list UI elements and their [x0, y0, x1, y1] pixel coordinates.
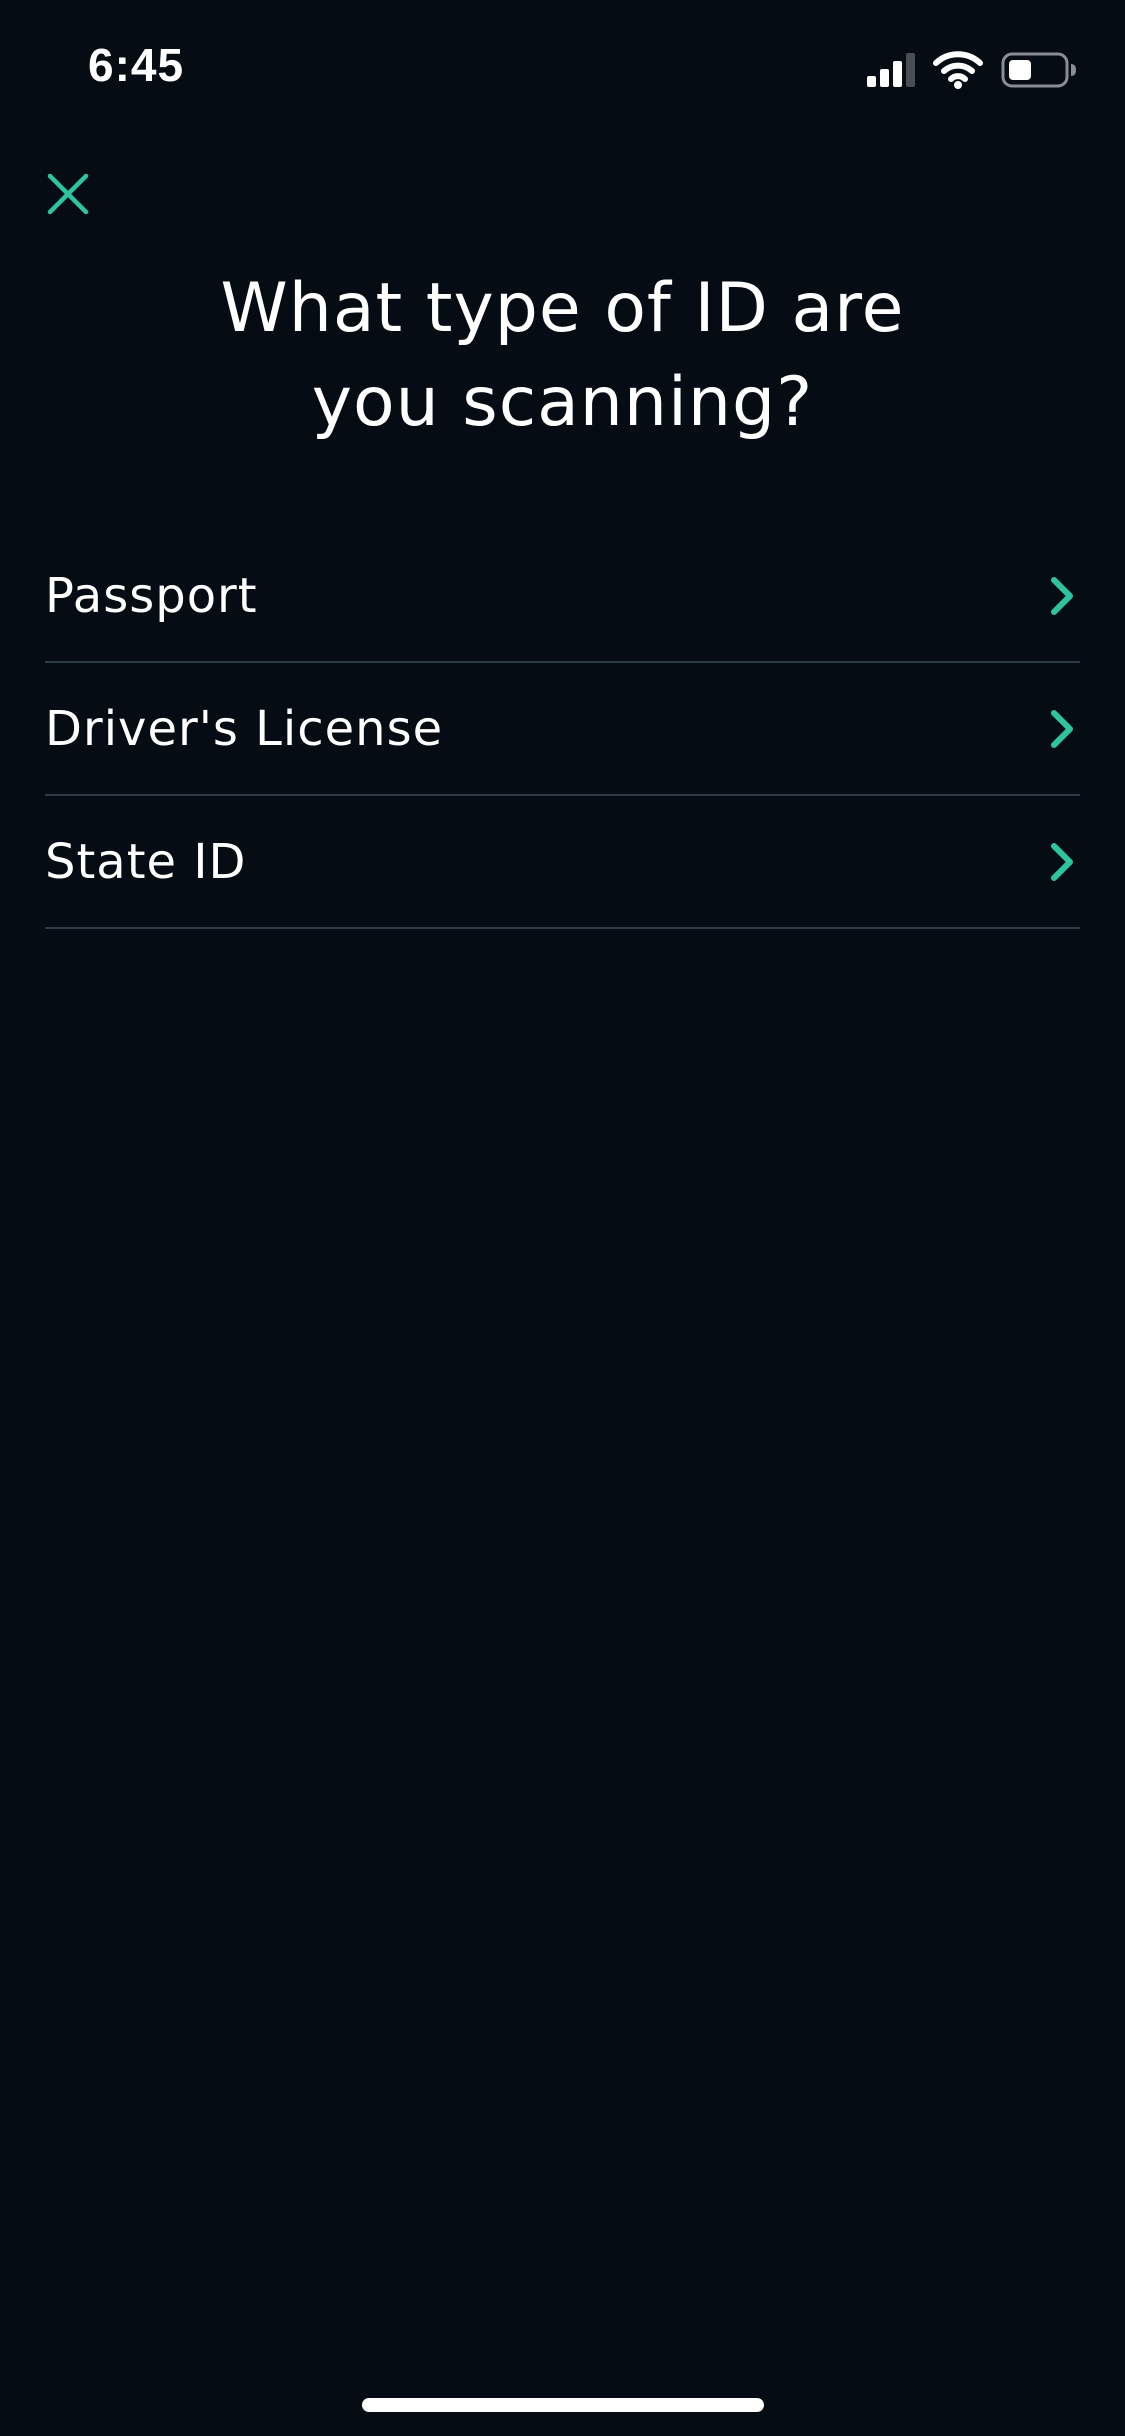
close-button[interactable]: [36, 162, 100, 226]
chevron-right-icon: [1051, 576, 1073, 615]
status-icons: [865, 50, 1085, 90]
id-type-label: State ID: [45, 833, 247, 890]
cellular-signal-icon: [867, 53, 915, 87]
home-indicator[interactable]: [362, 2398, 764, 2412]
wifi-icon: [933, 51, 983, 89]
id-type-passport[interactable]: Passport: [45, 530, 1080, 663]
status-time: 6:45: [88, 39, 185, 91]
battery-icon: [1001, 52, 1076, 88]
id-type-list: Passport Driver's License State ID: [45, 530, 1080, 929]
close-icon: [47, 173, 89, 215]
id-type-label: Driver's License: [45, 700, 444, 757]
page-title-line-2: you scanning?: [311, 363, 814, 442]
id-type-drivers-license[interactable]: Driver's License: [45, 663, 1080, 796]
id-type-label: Passport: [45, 567, 258, 624]
chevron-right-icon: [1051, 842, 1073, 881]
page-title-line-1: What type of ID are: [220, 269, 905, 348]
id-type-state-id[interactable]: State ID: [45, 796, 1080, 929]
chevron-right-icon: [1051, 709, 1073, 748]
page-title: What type of ID are you scanning?: [0, 262, 1125, 450]
status-bar: 6:45: [0, 0, 1125, 140]
